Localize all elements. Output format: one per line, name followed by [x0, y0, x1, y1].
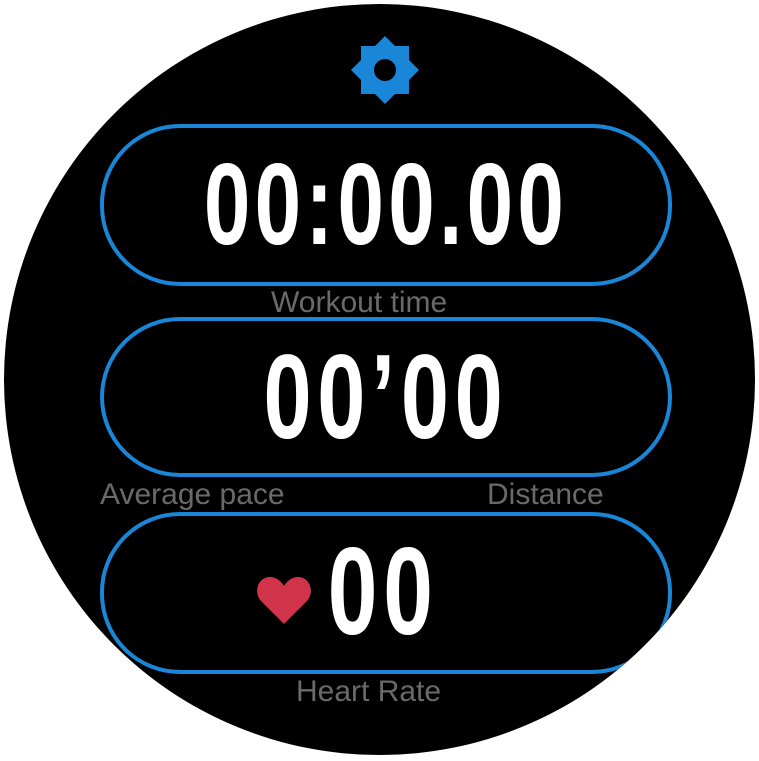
average-pace-value: 00’00	[263, 330, 509, 464]
heart-rate-label: Heart Rate	[296, 675, 442, 708]
heart-rate-value: 00	[327, 523, 439, 661]
heart-icon-graphic	[257, 577, 311, 624]
workout-time-label: Workout time	[271, 286, 448, 319]
workout-time-value: 00:00.00	[203, 139, 569, 269]
heart-icon	[256, 574, 312, 626]
watch-face: 00:00.00 Workout time 00’00 Average pace…	[4, 4, 755, 755]
gear-icon-graphic	[351, 36, 419, 104]
gear-icon[interactable]	[349, 34, 421, 106]
average-pace-label: Average pace	[100, 478, 285, 511]
distance-label: Distance	[487, 478, 604, 511]
